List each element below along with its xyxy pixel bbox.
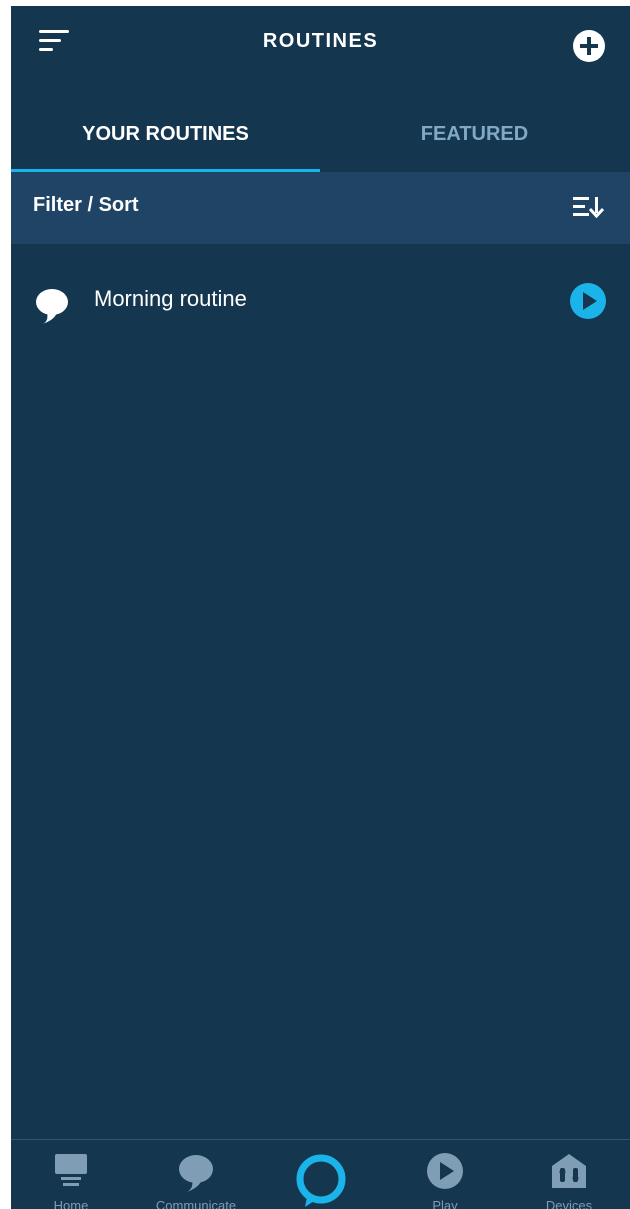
sort-button[interactable] [571, 192, 607, 222]
nav-label-devices: Devices [545, 1198, 593, 1209]
routine-name: Morning routine [94, 286, 247, 311]
home-icon [55, 1154, 87, 1186]
speech-bubble-icon [179, 1155, 213, 1192]
alexa-ring-icon [296, 1154, 346, 1207]
sort-icon [573, 197, 605, 219]
play-circle-icon [427, 1153, 463, 1189]
routine-item[interactable]: Morning routine [11, 264, 630, 334]
filter-sort-label[interactable]: Filter / Sort [33, 194, 139, 217]
nav-devices[interactable]: Devices [514, 1140, 624, 1209]
top-bar: ROUTINES [11, 6, 630, 78]
add-routine-button[interactable] [569, 26, 609, 66]
nav-play[interactable]: Play [390, 1140, 500, 1209]
devices-home-icon [552, 1154, 586, 1188]
nav-communicate[interactable]: Communicate [141, 1140, 251, 1209]
nav-label-communicate: Communicate [155, 1198, 237, 1209]
nav-label-home: Home [53, 1198, 89, 1209]
add-circle-icon [573, 30, 605, 62]
play-icon [570, 283, 606, 319]
run-routine-button[interactable] [569, 282, 607, 320]
alexa-button[interactable] [293, 1153, 349, 1209]
routines-screen: ROUTINES YOUR ROUTINES FEATURED Filter /… [11, 6, 630, 1209]
filter-sort-bar: Filter / Sort [11, 172, 630, 244]
page-title: ROUTINES [262, 30, 379, 52]
speech-bubble-icon [36, 289, 68, 324]
nav-label-play: Play [432, 1198, 458, 1209]
tab-featured[interactable]: FEATURED [320, 106, 629, 172]
nav-home[interactable]: Home [16, 1140, 126, 1209]
tab-your-routines[interactable]: YOUR ROUTINES [11, 106, 320, 172]
tab-bar: YOUR ROUTINES FEATURED [11, 106, 630, 172]
bottom-navigation: Home Communicate Play Devices [11, 1139, 630, 1209]
